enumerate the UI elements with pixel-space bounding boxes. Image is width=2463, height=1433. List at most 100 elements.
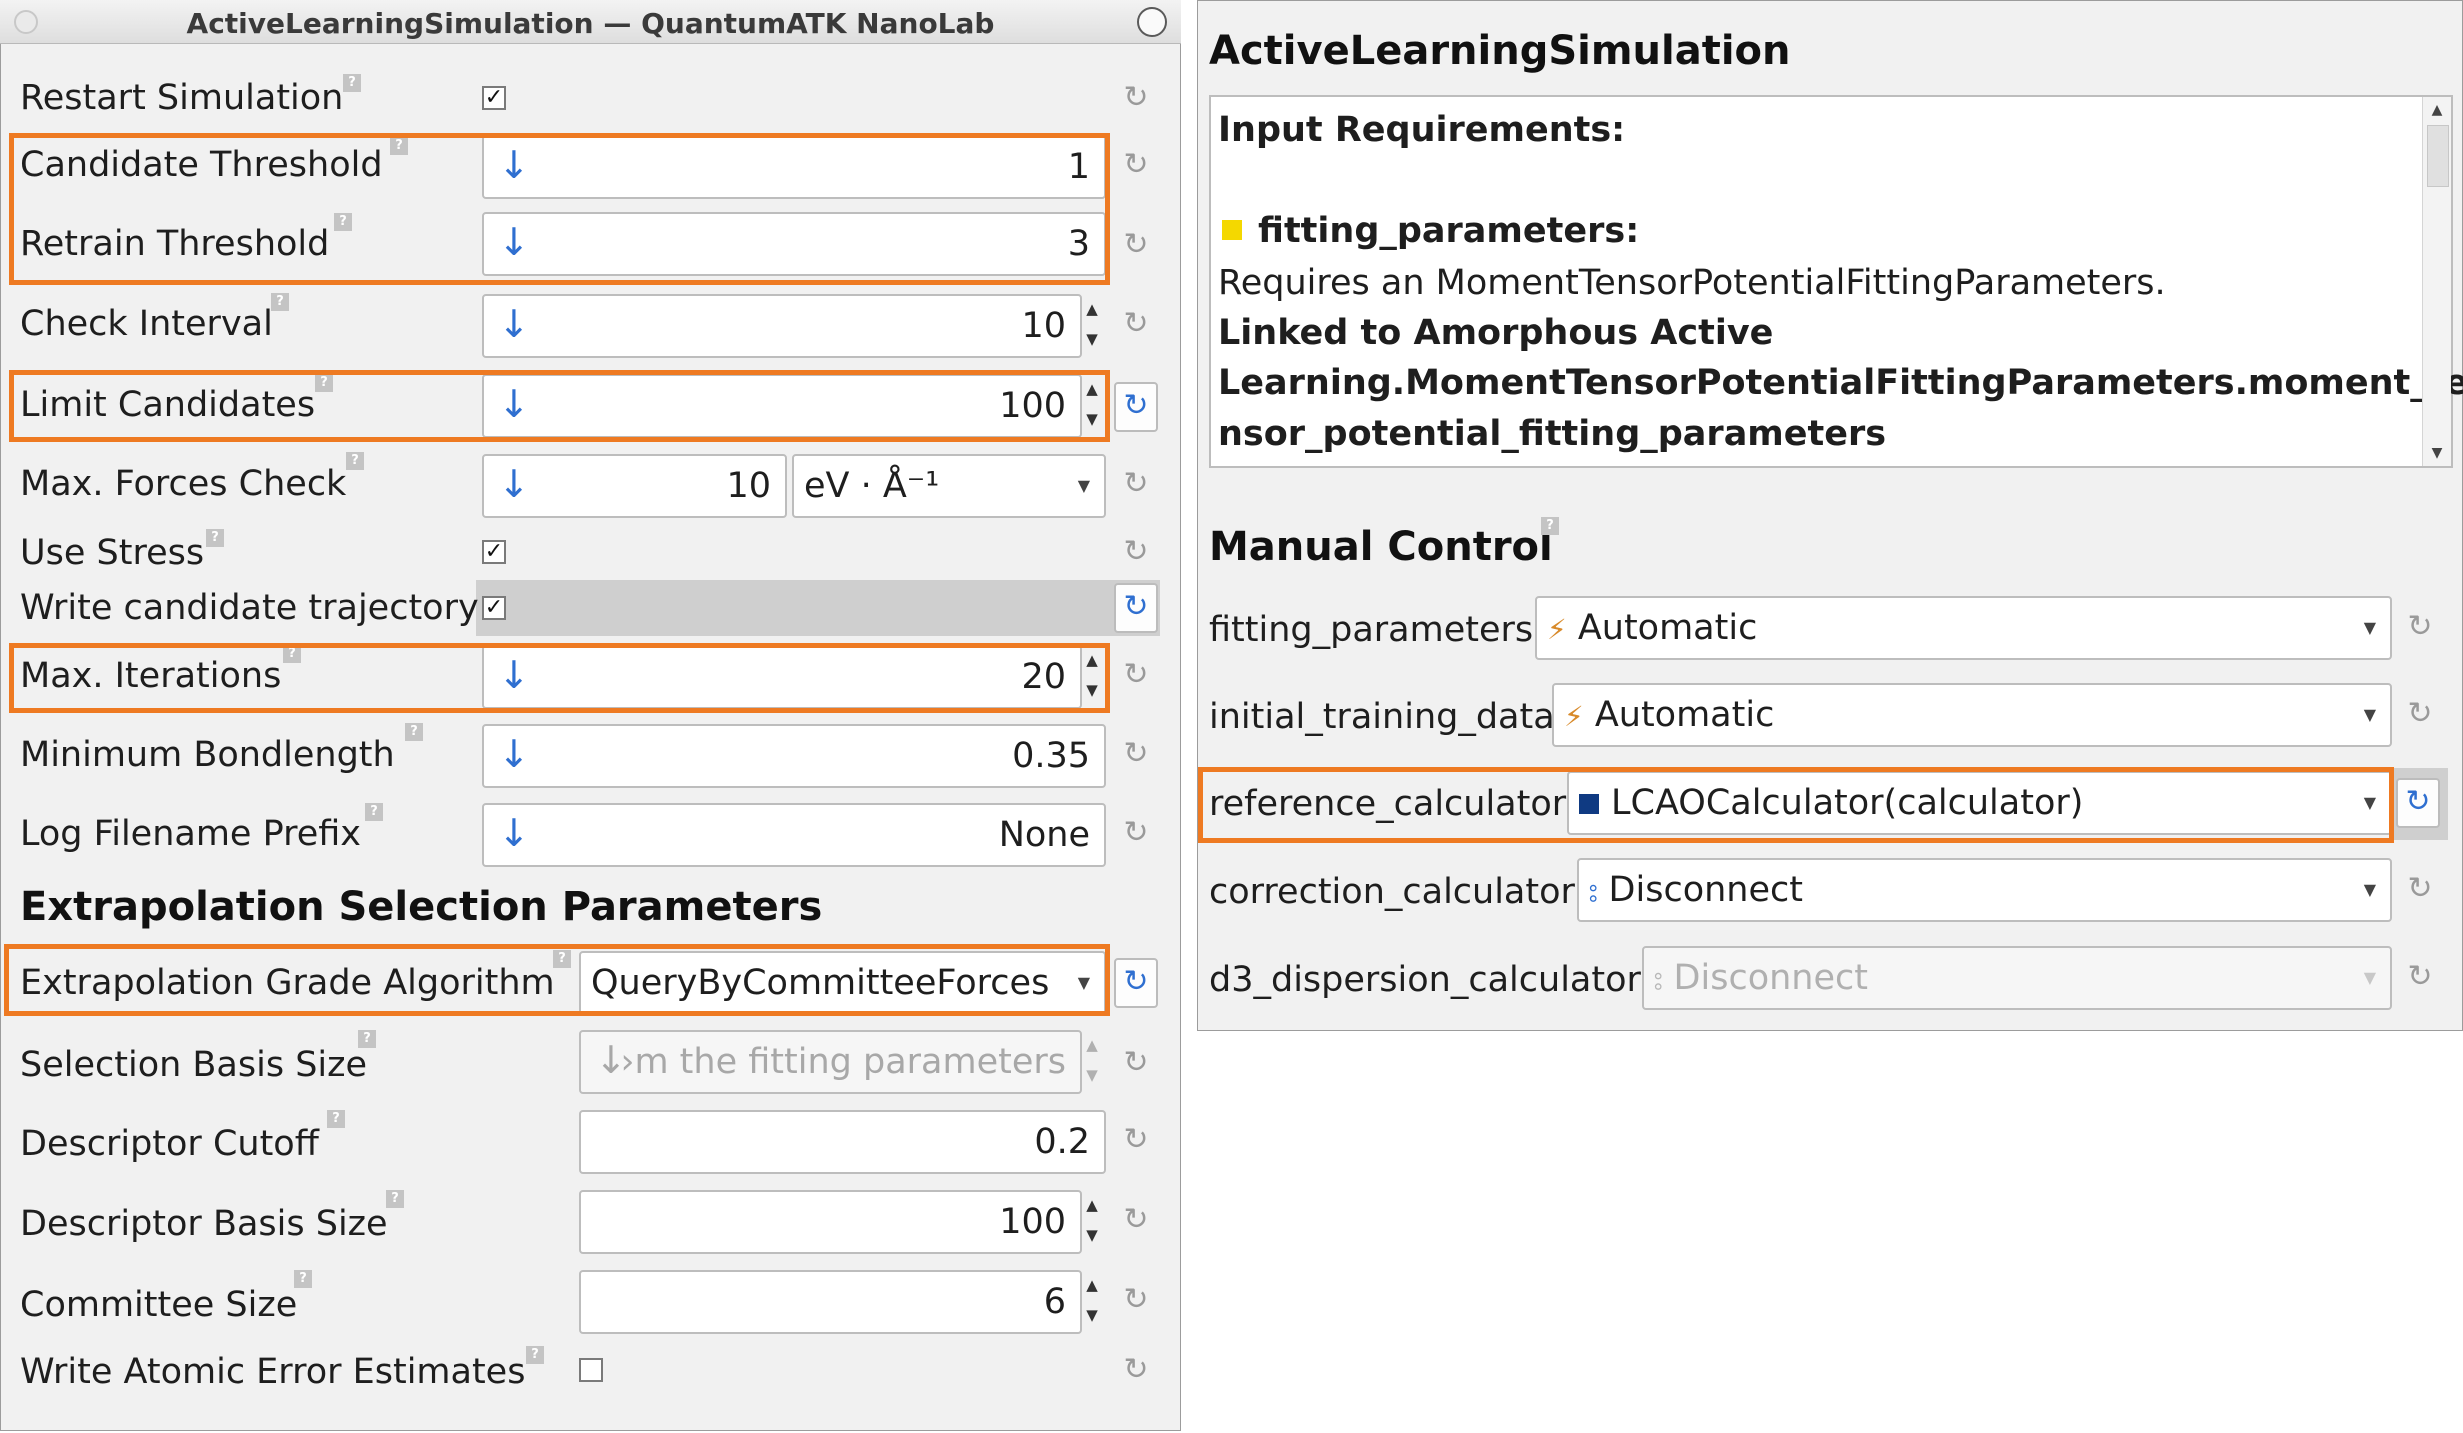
title-bar[interactable]: ActiveLearningSimulation — QuantumATK Na… (0, 0, 1181, 44)
reset-icon[interactable]: ↻ (1118, 306, 1154, 342)
scroll-up-icon[interactable]: ▲ (2423, 97, 2451, 123)
requirement-link-line-3: nsor_potential_fitting_parameters (1218, 414, 1887, 454)
log-filename-prefix-label: Log Filename Prefix (20, 814, 361, 854)
help-icon[interactable]: ? (1541, 517, 1559, 535)
reset-icon[interactable]: ↻ (1118, 1045, 1154, 1081)
initial-training-data-label: initial_training_data (1209, 697, 1555, 737)
manual-control-title: Manual Control (1209, 524, 1553, 570)
chevron-down-icon: ▼ (2363, 705, 2376, 724)
use-stress-checkbox[interactable]: ✓ (482, 540, 506, 564)
reset-button[interactable]: ↻ (1114, 382, 1158, 432)
help-icon[interactable]: ? (365, 803, 383, 821)
reset-icon[interactable]: ↻ (1118, 657, 1154, 693)
spin-up-icon[interactable]: ▲ (1086, 1196, 1098, 1214)
descriptor-basis-size-field[interactable]: 100 (579, 1190, 1082, 1254)
spin-up-icon[interactable]: ▲ (1086, 300, 1098, 318)
spin-down-icon[interactable]: ▼ (1086, 330, 1098, 348)
help-icon[interactable]: ? (405, 723, 423, 741)
scroll-thumb[interactable] (2427, 125, 2449, 187)
reset-icon[interactable]: ↻ (1118, 80, 1154, 116)
check-interval-label: Check Interval (20, 304, 273, 344)
write-candidate-trajectory-checkbox[interactable]: ✓ (482, 596, 506, 620)
reset-icon[interactable]: ↻ (1118, 1202, 1154, 1238)
help-icon[interactable]: ? (343, 74, 361, 92)
disconnect-icon: ⦂ (1589, 875, 1598, 908)
reset-icon[interactable]: ↻ (1118, 1352, 1154, 1388)
fitting-parameters-value: Automatic (1577, 608, 1758, 648)
reset-icon[interactable]: ↻ (2402, 609, 2438, 645)
close-icon[interactable] (1137, 7, 1167, 37)
correction-calculator-select[interactable]: ⦂ Disconnect ▼ (1577, 858, 2392, 922)
minimum-bondlength-value: 0.35 (1012, 736, 1090, 776)
selection-basis-size-value: ›m the fitting parameters (620, 1042, 1066, 1082)
log-filename-prefix-field[interactable]: ↓ None (482, 803, 1106, 867)
descriptor-basis-size-spinner[interactable]: ▲ ▼ (1082, 1190, 1102, 1254)
limit-candidates-highlight (9, 370, 1110, 442)
help-icon[interactable]: ? (346, 452, 364, 470)
help-icon[interactable]: ? (327, 1110, 345, 1128)
committee-size-field[interactable]: 6 (579, 1270, 1082, 1334)
restart-simulation-checkbox[interactable]: ✓ (482, 86, 506, 110)
help-icon[interactable]: ? (294, 1270, 312, 1288)
committee-size-spinner[interactable]: ▲ ▼ (1082, 1270, 1102, 1334)
chevron-down-icon: ▼ (2363, 880, 2376, 899)
use-stress-label: Use Stress (20, 533, 205, 573)
minimum-bondlength-field[interactable]: ↓ 0.35 (482, 724, 1106, 788)
max-forces-check-label: Max. Forces Check (20, 464, 347, 504)
check-interval-field[interactable]: ↓ 10 (482, 294, 1082, 358)
reset-icon[interactable]: ↻ (1118, 466, 1154, 502)
spin-up-icon: ▲ (1086, 1036, 1098, 1054)
reset-icon[interactable]: ↻ (2402, 959, 2438, 995)
help-icon[interactable]: ? (206, 529, 224, 547)
requirement-bullet-icon (1222, 220, 1242, 240)
reset-icon[interactable]: ↻ (2402, 696, 2438, 732)
info-scrollbar[interactable]: ▲ ▼ (2422, 97, 2451, 466)
d3-dispersion-calculator-select: ⦂ Disconnect ▼ (1642, 946, 2392, 1010)
chevron-down-icon: ▼ (2363, 968, 2376, 987)
reference-calculator-highlight (1198, 767, 2394, 843)
write-atomic-error-estimates-checkbox[interactable] (579, 1358, 603, 1382)
reset-icon[interactable]: ↻ (2402, 871, 2438, 907)
help-icon[interactable]: ? (271, 293, 289, 311)
restart-simulation-label: Restart Simulation (20, 78, 344, 118)
minimum-bondlength-label: Minimum Bondlength (20, 735, 395, 775)
check-interval-spinner[interactable]: ▲ ▼ (1082, 294, 1102, 358)
right-panel-title: ActiveLearningSimulation (1209, 28, 1791, 74)
max-iterations-highlight (9, 643, 1110, 713)
spin-down-icon: ▼ (1086, 1066, 1098, 1084)
chevron-down-icon: ▼ (2363, 618, 2376, 637)
reset-icon[interactable]: ↻ (1118, 815, 1154, 851)
down-arrow-icon: ↓ (498, 302, 530, 346)
chevron-down-icon: ▼ (1077, 476, 1090, 495)
help-icon[interactable]: ? (386, 1190, 404, 1208)
descriptor-cutoff-value: 0.2 (1034, 1122, 1090, 1162)
force-unit-select[interactable]: eV · Å⁻¹ ▼ (792, 454, 1106, 518)
scroll-down-icon[interactable]: ▼ (2423, 440, 2451, 466)
spin-down-icon[interactable]: ▼ (1086, 1306, 1098, 1324)
reset-icon[interactable]: ↻ (1118, 736, 1154, 772)
reset-button[interactable]: ↻ (2396, 778, 2440, 828)
reset-icon[interactable]: ↻ (1118, 227, 1154, 263)
reset-icon[interactable]: ↻ (1118, 1282, 1154, 1318)
help-icon[interactable]: ? (358, 1030, 376, 1048)
committee-size-label: Committee Size (20, 1285, 298, 1325)
reset-icon[interactable]: ↻ (1118, 147, 1154, 183)
correction-calculator-value: Disconnect (1608, 870, 1803, 910)
descriptor-cutoff-field[interactable]: 0.2 (579, 1110, 1106, 1174)
reset-icon[interactable]: ↻ (1118, 534, 1154, 570)
check-interval-value: 10 (1021, 306, 1066, 346)
max-forces-check-field[interactable]: ↓ 10 (482, 454, 787, 518)
initial-training-data-select[interactable]: ⚡ Automatic ▼ (1552, 683, 2392, 747)
help-icon[interactable]: ? (526, 1346, 544, 1364)
descriptor-basis-size-value: 100 (999, 1202, 1066, 1242)
reset-icon[interactable]: ↻ (1118, 1122, 1154, 1158)
extrapolation-section-title: Extrapolation Selection Parameters (20, 884, 823, 930)
requirement-link-line-2: Learning.MomentTensorPotentialFittingPar… (1218, 363, 2463, 403)
initial-training-data-value: Automatic (1594, 695, 1775, 735)
spin-up-icon[interactable]: ▲ (1086, 1276, 1098, 1294)
reset-button[interactable]: ↻ (1114, 583, 1158, 633)
spin-down-icon[interactable]: ▼ (1086, 1226, 1098, 1244)
descriptor-cutoff-label: Descriptor Cutoff (20, 1124, 319, 1164)
fitting-parameters-select[interactable]: ⚡ Automatic ▼ (1535, 596, 2392, 660)
reset-button[interactable]: ↻ (1114, 958, 1158, 1008)
